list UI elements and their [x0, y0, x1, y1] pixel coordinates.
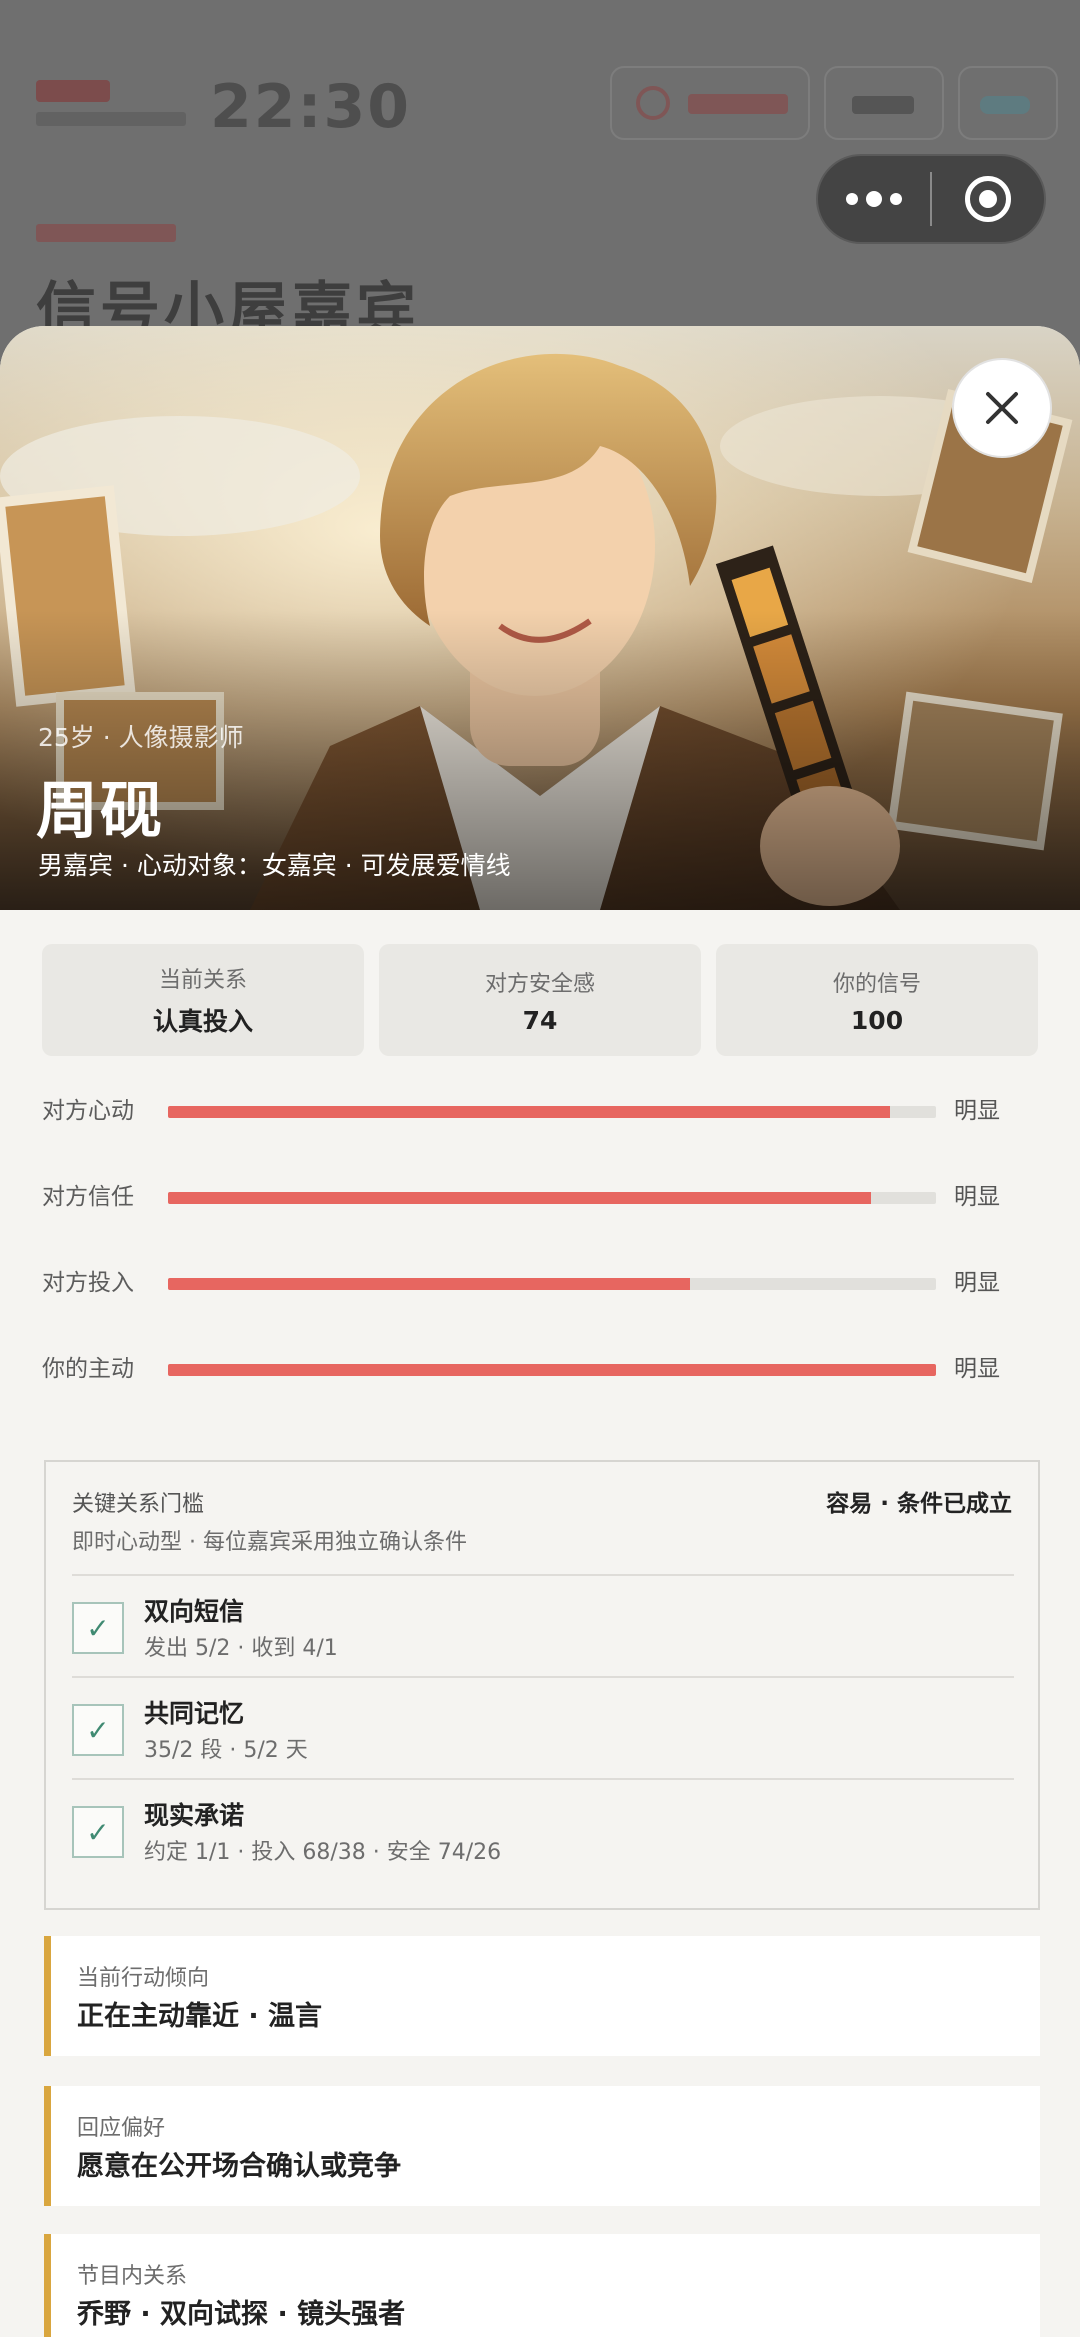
- stat-label: 你的信号: [832, 971, 921, 997]
- background-pill-button: [824, 66, 944, 140]
- threshold-item: ✓ 共同记忆 35/2 段 · 5/2 天: [72, 1676, 1014, 1778]
- background-clock: 22:30: [210, 72, 411, 142]
- background-logo: [36, 80, 110, 102]
- stat-card-relationship: 当前关系 认真投入: [42, 944, 364, 1056]
- stat-value: 100: [850, 1005, 904, 1035]
- check-icon: ✓: [72, 1704, 124, 1756]
- progress-tag: 明显: [954, 1098, 1000, 1124]
- threshold-item-detail: 约定 1/1 · 投入 68/38 · 安全 74/26: [144, 1840, 502, 1865]
- threshold-item-name: 共同记忆: [144, 1699, 245, 1728]
- profile-hero: 25岁 · 人像摄影师 周砚 男嘉宾 · 心动对象：女嘉宾 · 可发展爱情线: [0, 326, 1080, 910]
- relationship-threshold-panel: 关键关系门槛 容易 · 条件已成立 即时心动型 · 每位嘉宾采用独立确认条件 ✓…: [44, 1460, 1040, 1910]
- more-dots-icon[interactable]: [818, 156, 930, 242]
- progress-track: [168, 1364, 936, 1376]
- action-tendency-card: 当前行动倾向 正在主动靠近 · 温言: [44, 1936, 1040, 2056]
- threshold-status: 容易 · 条件已成立: [826, 1491, 1012, 1517]
- capsule-exit-button[interactable]: [932, 156, 1044, 242]
- progress-label: 对方心动: [42, 1098, 134, 1124]
- info-card-value: 乔野 · 双向试探 · 镜头强者: [77, 2299, 406, 2330]
- profile-subtitle: 男嘉宾 · 心动对象：女嘉宾 · 可发展爱情线: [38, 851, 511, 880]
- stats-row: 当前关系 认真投入 对方安全感 74 你的信号 100: [42, 944, 1038, 1056]
- progress-label: 你的主动: [42, 1356, 134, 1382]
- background-pill-button: [958, 66, 1058, 140]
- stat-card-security: 对方安全感 74: [379, 944, 701, 1056]
- progress-row-heartbeat: 对方心动 明显: [42, 1096, 1042, 1182]
- progress-tag: 明显: [954, 1184, 1000, 1210]
- progress-tag: 明显: [954, 1356, 1000, 1382]
- progress-fill: [168, 1106, 890, 1118]
- progress-row-trust: 对方信任 明显: [42, 1182, 1042, 1268]
- progress-label: 对方信任: [42, 1184, 134, 1210]
- stat-label: 对方安全感: [484, 971, 595, 997]
- threshold-item-detail: 发出 5/2 · 收到 4/1: [144, 1636, 338, 1661]
- threshold-title: 关键关系门槛: [72, 1492, 205, 1517]
- target-icon: [964, 176, 1011, 222]
- progress-fill: [168, 1192, 871, 1204]
- info-card-value: 正在主动靠近 · 温言: [77, 2001, 323, 2032]
- info-card-label: 当前行动倾向: [77, 1966, 210, 1991]
- close-button[interactable]: [952, 358, 1052, 458]
- info-card-label: 回应偏好: [77, 2116, 166, 2141]
- threshold-item-detail: 35/2 段 · 5/2 天: [144, 1738, 308, 1763]
- threshold-item: ✓ 双向短信 发出 5/2 · 收到 4/1: [72, 1574, 1014, 1676]
- check-icon: ✓: [72, 1602, 124, 1654]
- progress-bars: 对方心动 明显 对方信任 明显 对方投入 明显 你的主动 明显: [42, 1096, 1042, 1440]
- profile-name: 周砚: [36, 774, 165, 847]
- progress-track: [168, 1278, 936, 1290]
- show-relationship-card: 节目内关系 乔野 · 双向试探 · 镜头强者: [44, 2234, 1040, 2337]
- threshold-item: ✓ 现实承诺 约定 1/1 · 投入 68/38 · 安全 74/26: [72, 1778, 1014, 1880]
- threshold-item-name: 双向短信: [144, 1597, 245, 1626]
- threshold-item-name: 现实承诺: [144, 1801, 245, 1830]
- stat-label: 当前关系: [158, 968, 247, 993]
- profile-sheet: 25岁 · 人像摄影师 周砚 男嘉宾 · 心动对象：女嘉宾 · 可发展爱情线 当…: [0, 326, 1080, 2337]
- profile-meta: 25岁 · 人像摄影师: [38, 723, 244, 752]
- stat-value: 认真投入: [152, 1007, 253, 1036]
- progress-fill: [168, 1364, 936, 1376]
- stat-value: 74: [522, 1005, 558, 1035]
- progress-track: [168, 1192, 936, 1204]
- background-pill-button: [610, 66, 810, 140]
- progress-row-investment: 对方投入 明显: [42, 1268, 1042, 1354]
- miniprogram-capsule: [816, 154, 1046, 244]
- check-icon: ✓: [72, 1806, 124, 1858]
- progress-row-initiative: 你的主动 明显: [42, 1354, 1042, 1440]
- stat-card-signal: 你的信号 100: [716, 944, 1038, 1056]
- info-card-label: 节目内关系: [77, 2264, 188, 2289]
- response-preference-card: 回应偏好 愿意在公开场合确认或竞争: [44, 2086, 1040, 2206]
- threshold-description: 即时心动型 · 每位嘉宾采用独立确认条件: [72, 1530, 467, 1555]
- progress-track: [168, 1106, 936, 1118]
- close-icon: [986, 392, 1018, 424]
- progress-tag: 明显: [954, 1270, 1000, 1296]
- progress-fill: [168, 1278, 691, 1290]
- info-card-value: 愿意在公开场合确认或竞争: [77, 2151, 401, 2182]
- background-logo-subtitle: [36, 112, 186, 126]
- progress-label: 对方投入: [42, 1270, 134, 1296]
- background-eyebrow: [36, 224, 176, 242]
